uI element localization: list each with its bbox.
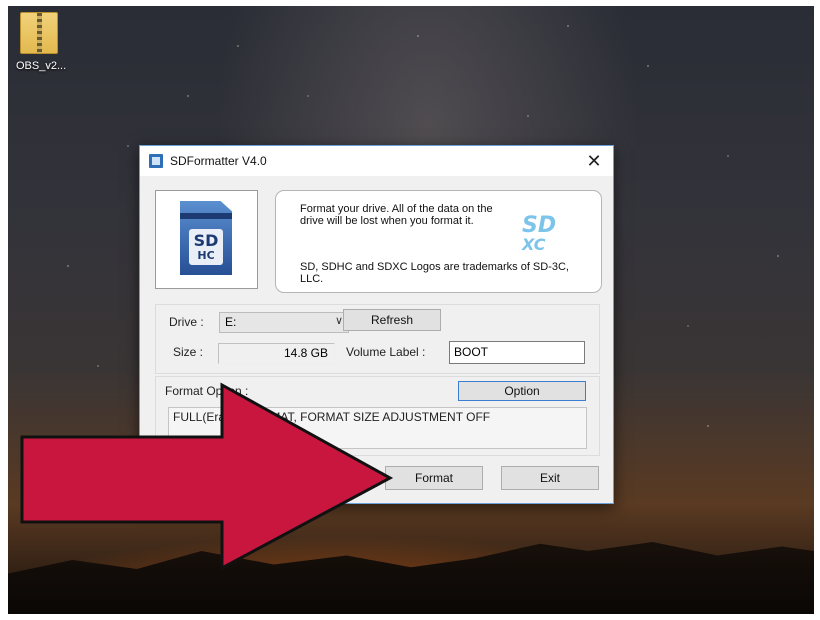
pointer-arrow-icon xyxy=(20,382,394,571)
annotation-arrow-overlay xyxy=(20,382,394,571)
